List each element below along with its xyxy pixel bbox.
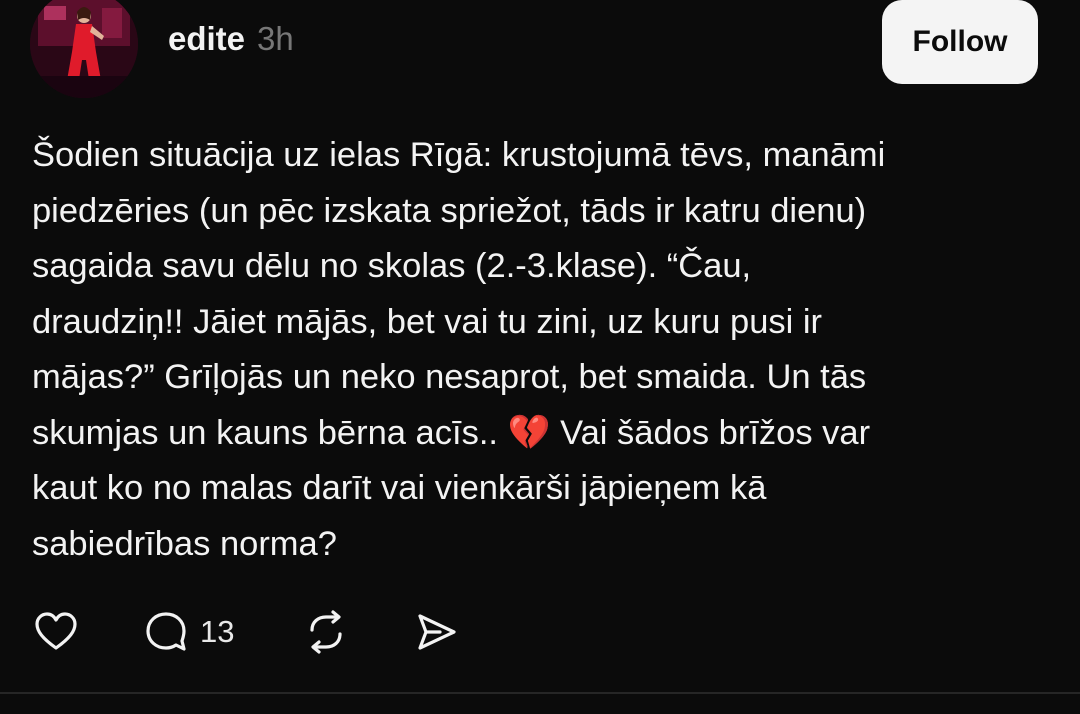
share-button[interactable]: [412, 604, 460, 660]
comment-bubble-icon: [146, 612, 186, 651]
reply-count: 13: [200, 614, 235, 649]
heart-icon: [35, 612, 77, 650]
post-header: edite 3h: [168, 20, 294, 64]
reply-button[interactable]: 13: [142, 604, 234, 660]
repost-button[interactable]: [302, 604, 350, 660]
username[interactable]: edite: [168, 20, 245, 58]
post-time: 3h: [257, 20, 294, 57]
avatar[interactable]: [30, 0, 138, 98]
like-button[interactable]: [32, 604, 80, 660]
repost-icon: [310, 610, 342, 654]
post-actions: 13: [0, 604, 1080, 660]
avatar-photo: [30, 0, 138, 98]
send-icon: [418, 614, 456, 650]
post-card: edite 3h Follow Šodien situācija uz iela…: [0, 0, 1080, 714]
divider: [0, 692, 1080, 694]
post-body: Šodien situācija uz ielas Rīgā: krustoju…: [32, 136, 886, 563]
follow-button[interactable]: Follow: [882, 0, 1038, 84]
